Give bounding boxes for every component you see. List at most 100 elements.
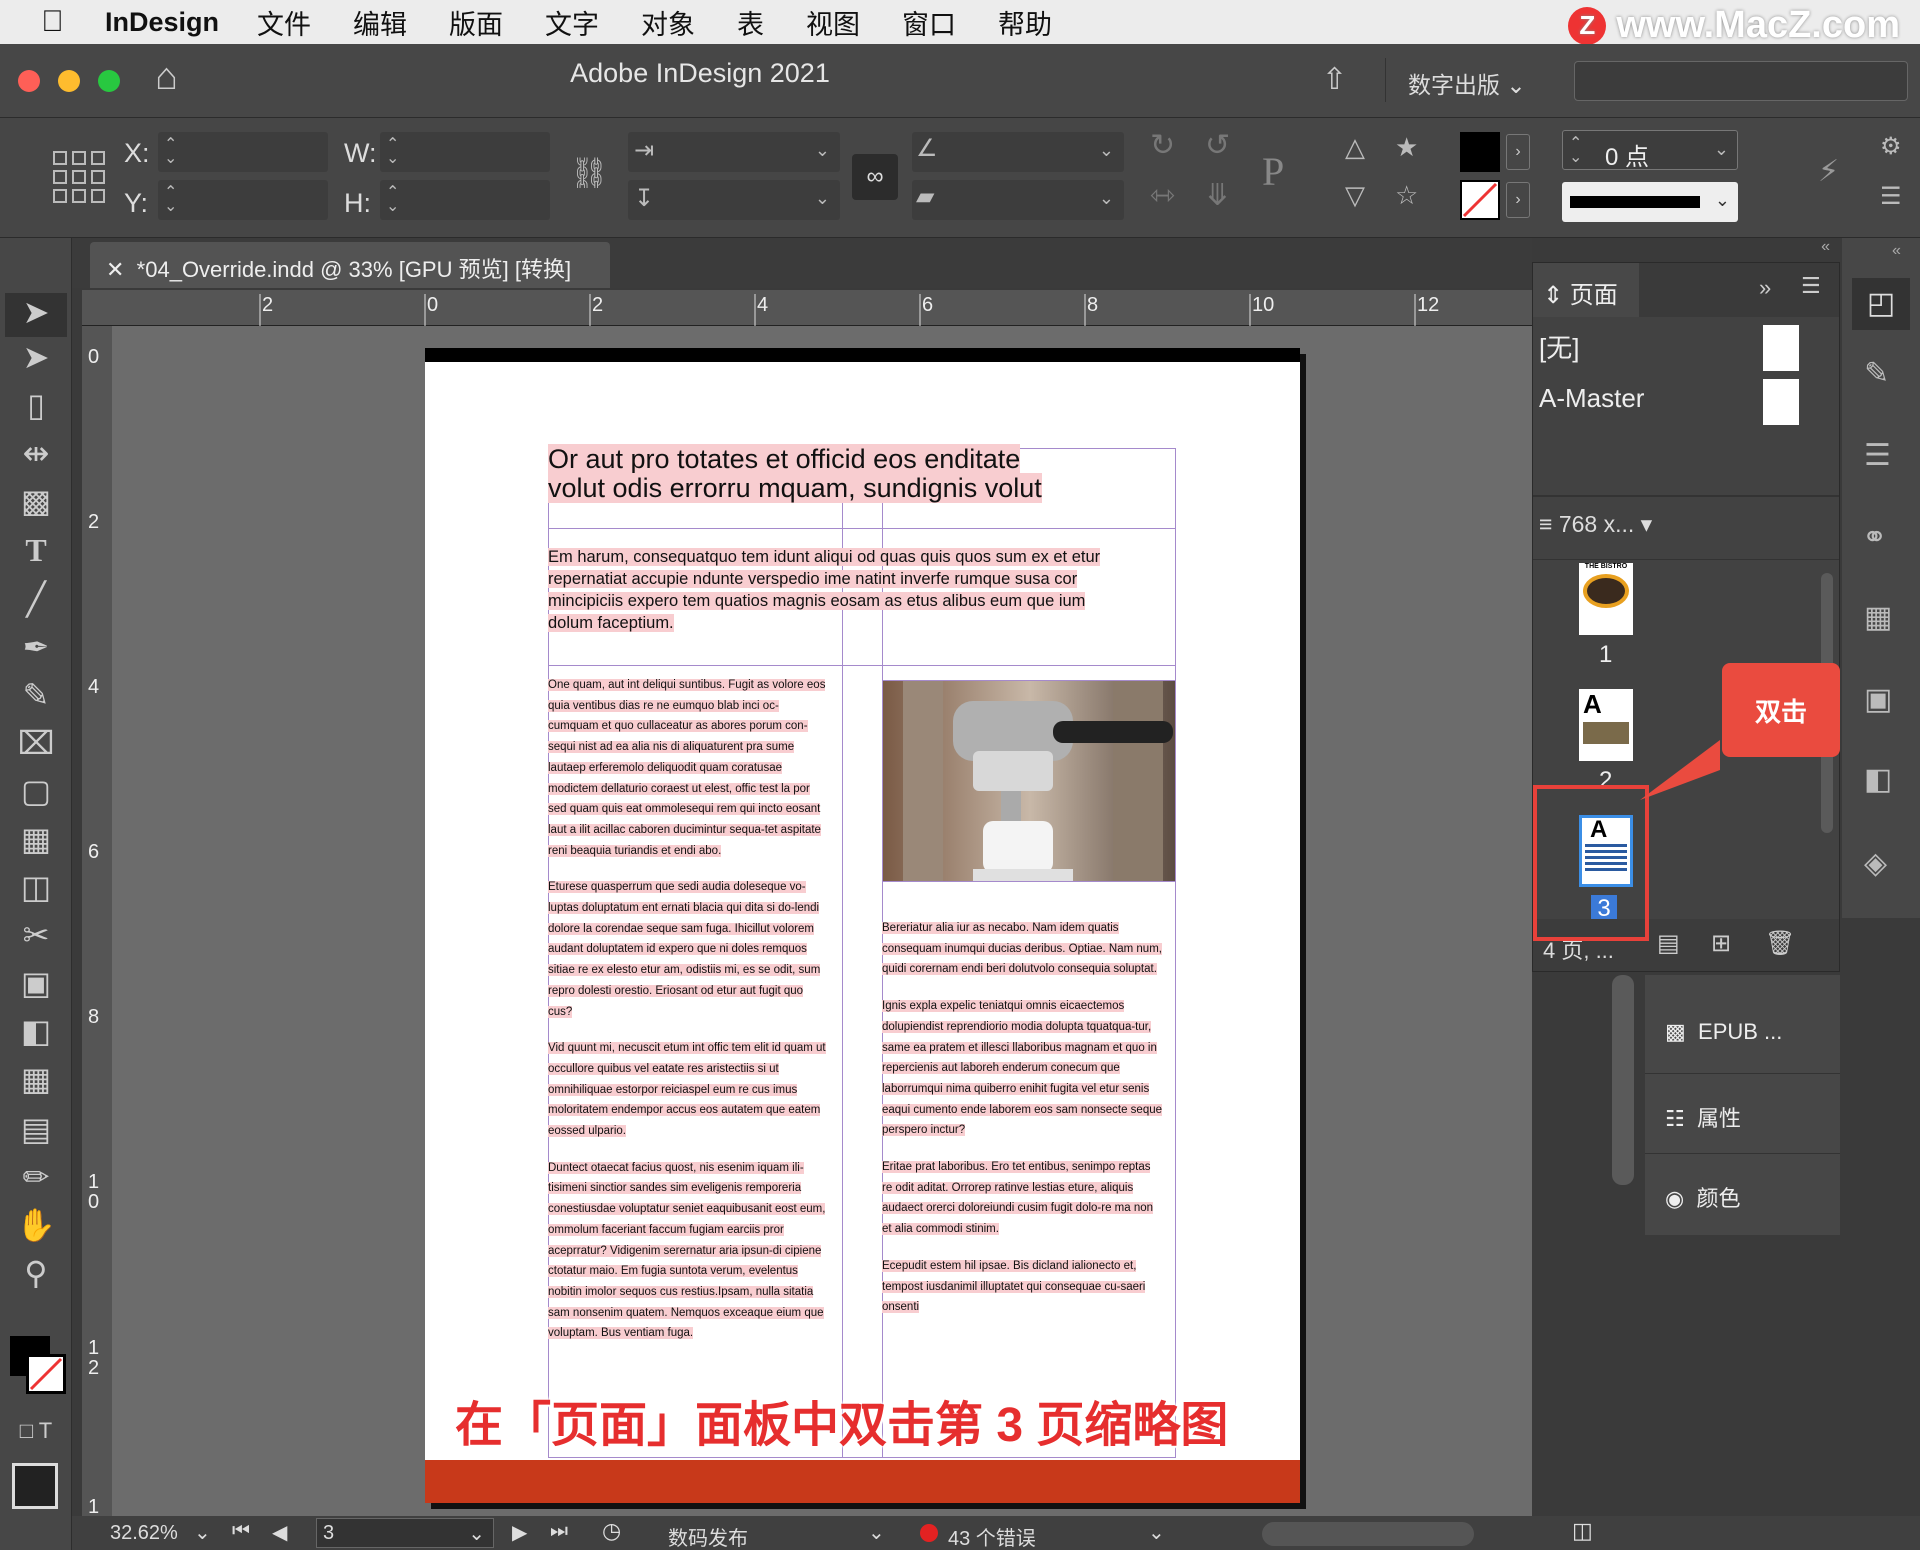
split-window-icon[interactable]: ◫: [1572, 1518, 1593, 1544]
menu-file[interactable]: 文件: [257, 3, 311, 42]
gradient-feather-tool-icon[interactable]: ▦: [0, 1060, 72, 1098]
hamburger-menu-icon[interactable]: ☰: [1880, 182, 1902, 211]
menu-edit[interactable]: 编辑: [353, 3, 407, 42]
intro-paragraph[interactable]: Em harum, consequatquo tem idunt aliqui …: [548, 546, 1128, 634]
search-input[interactable]: [1574, 61, 1908, 101]
menu-object[interactable]: 对象: [641, 3, 695, 42]
dock-collapse-icon[interactable]: «: [1892, 242, 1901, 260]
select-next-icon[interactable]: ☆: [1395, 180, 1418, 211]
selection-tool-icon[interactable]: ➤: [5, 293, 67, 337]
stroke-weight-field[interactable]: ⌃ ⌄ 0 点 ⌄: [1562, 130, 1738, 171]
edit-page-size-icon[interactable]: ▤: [1657, 929, 1680, 958]
links-icon[interactable]: ⚭: [1862, 520, 1887, 555]
panel-expand-icon[interactable]: »: [1759, 275, 1771, 301]
chevron-down-icon[interactable]: ⌄: [1148, 1520, 1165, 1545]
preflight-profile[interactable]: 数码发布: [668, 1522, 748, 1550]
cc-libraries-icon[interactable]: ✎: [1864, 356, 1889, 391]
table-tool-icon[interactable]: ▦: [0, 820, 72, 858]
first-page-icon[interactable]: ⏮: [232, 1520, 250, 1543]
swatches-book-icon[interactable]: ▣: [1864, 682, 1892, 717]
vertical-ruler[interactable]: 0 2 4 6 8 1 0 1 2 1: [82, 326, 112, 1518]
page-2-thumb[interactable]: A: [1579, 689, 1633, 761]
stroke-color-swatch[interactable]: [26, 1354, 66, 1394]
menu-type[interactable]: 文字: [545, 3, 599, 42]
menu-window[interactable]: 窗口: [902, 3, 956, 42]
rotate-field[interactable]: ∠ ⌄: [912, 132, 1124, 172]
scissors-tool-icon[interactable]: ✂: [0, 916, 72, 954]
apple-icon[interactable]: : [0, 5, 105, 39]
stroke-type-select[interactable]: ⌄: [1562, 182, 1738, 222]
delete-page-icon[interactable]: 🗑: [1765, 929, 1795, 958]
pen-tool-icon[interactable]: ✒: [0, 628, 72, 666]
flip-horizontal-icon[interactable]: ⇿: [1150, 178, 1175, 213]
horizontal-ruler[interactable]: 2 0 2 4 6 8 10 12: [82, 290, 1532, 326]
new-page-icon[interactable]: ⊞: [1711, 929, 1731, 958]
pencil-tool-icon[interactable]: ✎: [0, 676, 72, 714]
preflight-profile-icon[interactable]: ◷: [602, 1518, 621, 1544]
menu-layout[interactable]: 版面: [449, 3, 503, 42]
flip-vertical-icon[interactable]: ⤋: [1205, 178, 1230, 213]
error-count[interactable]: 43 个错误: [948, 1522, 1036, 1550]
share-icon[interactable]: ⇧: [1322, 62, 1347, 97]
x-field[interactable]: ⌃ ⌄: [158, 132, 328, 172]
formatting-affects-icon[interactable]: □ T: [0, 1418, 72, 1444]
zoom-level[interactable]: 32.62%: [110, 1522, 178, 1545]
scale-x-field[interactable]: ⇥ ⌄: [628, 132, 840, 172]
master-none-thumb[interactable]: [1763, 325, 1799, 371]
master-a[interactable]: A-Master: [1539, 383, 1644, 414]
select-previous-icon[interactable]: ★: [1395, 132, 1418, 163]
workspace-switcher[interactable]: 数字出版 ⌄: [1408, 66, 1526, 100]
page-1-thumb[interactable]: THE BISTRO: [1579, 563, 1633, 635]
fill-menu-button[interactable]: ›: [1506, 134, 1530, 170]
epub-panel[interactable]: ▩ EPUB ...: [1645, 1005, 1840, 1065]
reference-point-icon[interactable]: [52, 150, 106, 204]
next-page-icon[interactable]: ▶: [512, 1520, 527, 1545]
rotate-ccw-icon[interactable]: ↺: [1205, 128, 1230, 163]
document-tab[interactable]: ✕ *04_Override.indd @ 33% [GPU 预览] [转换]: [90, 242, 610, 288]
text-column-2[interactable]: Bereriatur alia iur as necabo. Nam idem …: [882, 918, 1163, 1318]
content-collector-icon[interactable]: ▩: [0, 482, 72, 520]
fill-swatch[interactable]: [1460, 132, 1500, 172]
previous-page-icon[interactable]: ◀: [272, 1520, 287, 1545]
tab-pages[interactable]: ⇕ 页面: [1533, 263, 1639, 317]
chevron-down-icon[interactable]: ⌄: [868, 1520, 885, 1545]
proxy-p-icon[interactable]: P: [1262, 148, 1284, 195]
panel-collapse-icon[interactable]: «: [1532, 238, 1840, 262]
y-field[interactable]: ⌃ ⌄: [158, 180, 328, 220]
stroke-menu-button[interactable]: ›: [1506, 182, 1530, 218]
line-tool-icon[interactable]: ╱: [0, 580, 72, 618]
rectangle-tool-icon[interactable]: ▢: [0, 772, 72, 810]
page-number-field[interactable]: 3 ⌄: [316, 1518, 494, 1548]
screen-mode-icon[interactable]: [12, 1463, 58, 1509]
menu-help[interactable]: 帮助: [998, 3, 1052, 42]
properties-panel[interactable]: ☷ 属性: [1645, 1087, 1840, 1147]
grid-tool-icon[interactable]: ◫: [0, 868, 72, 906]
free-transform-tool-icon[interactable]: ▣: [0, 964, 72, 1002]
menu-app-name[interactable]: InDesign: [105, 7, 219, 38]
w-field[interactable]: ⌃ ⌄: [380, 132, 550, 172]
rectangle-frame-tool-icon[interactable]: ⌧: [0, 724, 72, 762]
master-a-thumb[interactable]: [1763, 379, 1799, 425]
layout-grid-icon[interactable]: ▦: [1864, 600, 1892, 635]
horizontal-scrollbar[interactable]: [1262, 1522, 1474, 1546]
master-none[interactable]: [无]: [1539, 328, 1579, 365]
page-tool-icon[interactable]: ▯: [0, 386, 72, 424]
menu-table[interactable]: 表: [737, 3, 764, 42]
select-container-icon[interactable]: △: [1345, 132, 1365, 163]
last-page-icon[interactable]: ⏭: [550, 1520, 568, 1543]
headline[interactable]: Or aut pro totates et officid eos endita…: [548, 444, 1068, 503]
gradient-swatch-tool-icon[interactable]: ◧: [0, 1012, 72, 1050]
zoom-chevron-icon[interactable]: ⌄: [194, 1520, 211, 1545]
hand-tool-icon[interactable]: ✋: [0, 1206, 72, 1244]
constrain-proportions-icon[interactable]: ⛓: [570, 156, 608, 191]
page-size-menu[interactable]: ≡ 768 x... ▾: [1539, 511, 1652, 538]
text-column-1[interactable]: One quam, aut int deliqui suntibus. Fugi…: [548, 675, 828, 1344]
espresso-image[interactable]: [882, 680, 1176, 882]
type-tool-icon[interactable]: T: [0, 532, 72, 569]
rotate-cw-icon[interactable]: ↻: [1150, 128, 1175, 163]
color-panel[interactable]: ◉ 颜色: [1645, 1167, 1840, 1227]
h-field[interactable]: ⌃ ⌄: [380, 180, 550, 220]
layers-icon[interactable]: ◈: [1864, 846, 1887, 881]
shear-field[interactable]: ▰ ⌄: [912, 180, 1124, 220]
gear-icon[interactable]: ⚙: [1880, 132, 1902, 161]
